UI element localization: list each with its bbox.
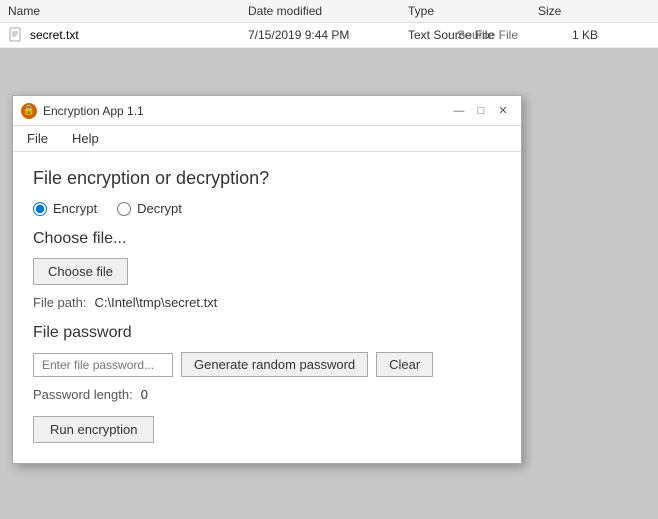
maximize-button[interactable]: □ (471, 101, 491, 121)
app-content: File encryption or decryption? Encrypt D… (13, 152, 521, 463)
col-header-date: Date modified (248, 4, 408, 18)
password-length-label: Password length: (33, 387, 133, 402)
decrypt-option[interactable]: Decrypt (117, 201, 182, 216)
source-file-label: Source File (457, 28, 518, 42)
file-date: 7/15/2019 9:44 PM (248, 28, 408, 42)
title-bar-left: 🔒 Encryption App 1.1 (21, 103, 144, 119)
choose-section-title: Choose file... (33, 230, 501, 248)
generate-password-button[interactable]: Generate random password (181, 352, 368, 377)
menu-bar: File Help (13, 126, 521, 152)
password-section-title: File password (33, 324, 501, 342)
file-path-row: File path: C:\Intel\tmp\secret.txt (33, 295, 501, 310)
password-length-row: Password length: 0 (33, 387, 501, 402)
title-bar-controls: — □ ✕ (449, 101, 513, 121)
close-button[interactable]: ✕ (493, 101, 513, 121)
radio-group: Encrypt Decrypt (33, 201, 501, 216)
decrypt-label: Decrypt (137, 201, 182, 216)
file-path-value: C:\Intel\tmp\secret.txt (94, 295, 217, 310)
col-header-size: Size (538, 4, 598, 18)
password-input[interactable] (33, 353, 173, 377)
file-name-cell: secret.txt (8, 27, 248, 43)
file-icon (8, 27, 24, 43)
clear-password-button[interactable]: Clear (376, 352, 433, 377)
main-title: File encryption or decryption? (33, 168, 501, 189)
encrypt-radio[interactable] (33, 202, 47, 216)
decrypt-radio[interactable] (117, 202, 131, 216)
file-name: secret.txt (30, 28, 79, 42)
app-icon: 🔒 (21, 103, 37, 119)
choose-file-button[interactable]: Choose file (33, 258, 128, 285)
encrypt-label: Encrypt (53, 201, 97, 216)
encrypt-option[interactable]: Encrypt (33, 201, 97, 216)
title-bar: 🔒 Encryption App 1.1 — □ ✕ (13, 96, 521, 126)
password-length-value: 0 (141, 387, 148, 402)
app-window: 🔒 Encryption App 1.1 — □ ✕ File Help Fil… (12, 95, 522, 464)
file-path-label: File path: (33, 295, 86, 310)
table-row[interactable]: secret.txt 7/15/2019 9:44 PM Text Source… (0, 23, 658, 48)
file-explorer: Name Date modified Type Size secret.txt … (0, 0, 658, 48)
col-header-name: Name (8, 4, 248, 18)
password-row: Generate random password Clear (33, 352, 501, 377)
explorer-header: Name Date modified Type Size (0, 0, 658, 23)
minimize-button[interactable]: — (449, 101, 469, 121)
menu-help[interactable]: Help (66, 128, 105, 149)
run-encryption-button[interactable]: Run encryption (33, 416, 154, 443)
app-title: Encryption App 1.1 (43, 104, 144, 118)
col-header-type: Type (408, 4, 538, 18)
menu-file[interactable]: File (21, 128, 54, 149)
file-size: 1 KB (538, 28, 598, 42)
